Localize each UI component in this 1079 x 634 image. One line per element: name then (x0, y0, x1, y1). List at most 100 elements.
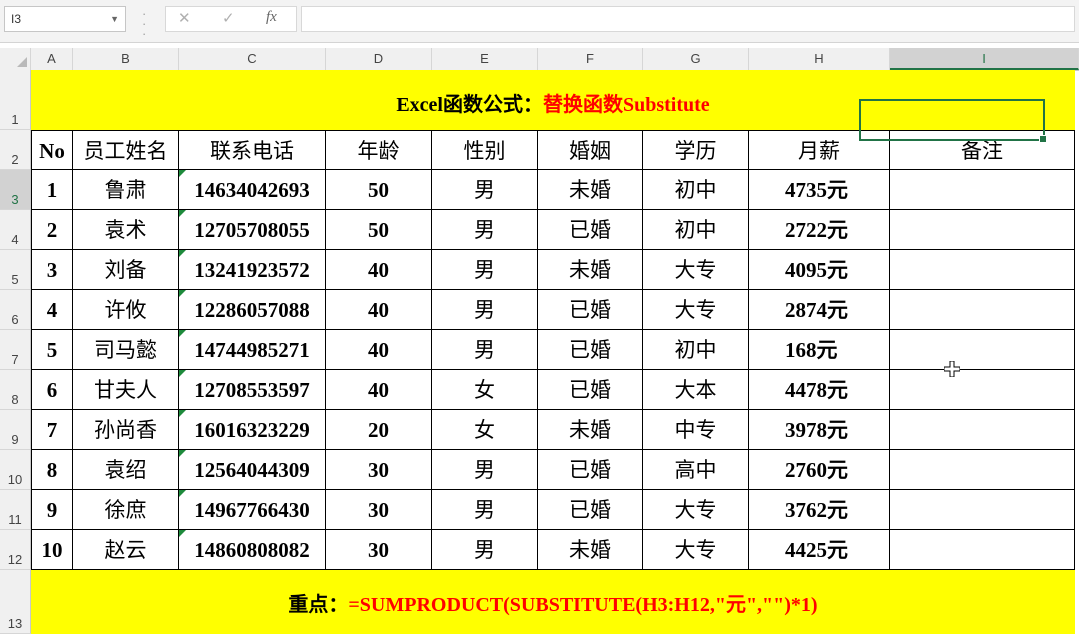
table-cell[interactable]: 2 (31, 210, 73, 250)
table-cell[interactable]: 9 (31, 490, 73, 530)
table-cell[interactable]: 男 (432, 170, 538, 210)
table-cell[interactable]: 大专 (643, 490, 749, 530)
header-cell[interactable]: 性别 (432, 130, 538, 170)
row-header-7[interactable]: 7 (0, 330, 31, 370)
table-cell[interactable]: 男 (432, 210, 538, 250)
column-header-e[interactable]: E (432, 48, 538, 70)
table-cell[interactable]: 13241923572 (179, 250, 326, 290)
table-cell[interactable]: 6 (31, 370, 73, 410)
column-header-a[interactable]: A (31, 48, 73, 70)
table-cell[interactable]: 许攸 (73, 290, 179, 330)
table-cell[interactable]: 司马懿 (73, 330, 179, 370)
column-header-h[interactable]: H (749, 48, 890, 70)
table-cell[interactable]: 男 (432, 490, 538, 530)
table-cell[interactable]: 已婚 (538, 290, 643, 330)
table-cell[interactable] (890, 530, 1075, 570)
select-all-button[interactable] (0, 48, 31, 70)
table-cell[interactable]: 14967766430 (179, 490, 326, 530)
table-cell[interactable]: 30 (326, 450, 432, 490)
row-header-8[interactable]: 8 (0, 370, 31, 410)
table-cell[interactable]: 8 (31, 450, 73, 490)
table-cell[interactable]: 男 (432, 250, 538, 290)
column-header-i[interactable]: I (890, 48, 1079, 70)
table-cell[interactable]: 未婚 (538, 170, 643, 210)
header-cell[interactable]: No (31, 130, 73, 170)
table-cell[interactable]: 大专 (643, 290, 749, 330)
table-cell[interactable] (890, 170, 1075, 210)
table-cell[interactable] (890, 330, 1075, 370)
chevron-down-icon[interactable]: ▼ (110, 7, 119, 31)
row-header-13[interactable]: 13 (0, 570, 31, 634)
table-cell[interactable]: 14860808082 (179, 530, 326, 570)
column-header-c[interactable]: C (179, 48, 326, 70)
table-cell[interactable]: 已婚 (538, 370, 643, 410)
row-header-2[interactable]: 2 (0, 130, 31, 170)
column-header-b[interactable]: B (73, 48, 179, 70)
table-cell[interactable]: 2874元 (749, 290, 890, 330)
table-cell[interactable] (890, 290, 1075, 330)
table-cell[interactable]: 大专 (643, 530, 749, 570)
table-cell[interactable]: 女 (432, 370, 538, 410)
table-cell[interactable]: 30 (326, 530, 432, 570)
table-cell[interactable]: 168元 (749, 330, 890, 370)
table-cell[interactable]: 刘备 (73, 250, 179, 290)
header-cell[interactable]: 员工姓名 (73, 130, 179, 170)
table-cell[interactable]: 高中 (643, 450, 749, 490)
table-cell[interactable] (890, 450, 1075, 490)
table-cell[interactable]: 徐庶 (73, 490, 179, 530)
table-cell[interactable] (890, 250, 1075, 290)
header-cell[interactable]: 年龄 (326, 130, 432, 170)
header-cell[interactable]: 学历 (643, 130, 749, 170)
row-header-1[interactable]: 1 (0, 70, 31, 130)
cancel-icon[interactable]: ✕ (178, 9, 191, 27)
table-cell[interactable]: 男 (432, 290, 538, 330)
row-header-5[interactable]: 5 (0, 250, 31, 290)
table-cell[interactable]: 2760元 (749, 450, 890, 490)
table-cell[interactable]: 鲁肃 (73, 170, 179, 210)
table-cell[interactable]: 未婚 (538, 410, 643, 450)
table-cell[interactable]: 40 (326, 290, 432, 330)
table-cell[interactable]: 3 (31, 250, 73, 290)
table-cell[interactable] (890, 210, 1075, 250)
table-cell[interactable]: 3978元 (749, 410, 890, 450)
column-header-g[interactable]: G (643, 48, 749, 70)
table-cell[interactable]: 5 (31, 330, 73, 370)
table-cell[interactable]: 袁绍 (73, 450, 179, 490)
row-header-11[interactable]: 11 (0, 490, 31, 530)
table-cell[interactable]: 12564044309 (179, 450, 326, 490)
table-cell[interactable]: 40 (326, 250, 432, 290)
column-header-d[interactable]: D (326, 48, 432, 70)
table-cell[interactable]: 赵云 (73, 530, 179, 570)
table-cell[interactable]: 已婚 (538, 210, 643, 250)
table-cell[interactable] (890, 490, 1075, 530)
table-cell[interactable]: 40 (326, 330, 432, 370)
table-cell[interactable]: 50 (326, 170, 432, 210)
table-cell[interactable]: 男 (432, 330, 538, 370)
table-cell[interactable]: 初中 (643, 170, 749, 210)
table-cell[interactable]: 初中 (643, 210, 749, 250)
table-cell[interactable]: 1 (31, 170, 73, 210)
table-cell[interactable]: 3762元 (749, 490, 890, 530)
row-header-3[interactable]: 3 (0, 170, 31, 210)
table-cell[interactable]: 甘夫人 (73, 370, 179, 410)
active-cell-selection[interactable] (859, 99, 1047, 143)
table-cell[interactable]: 40 (326, 370, 432, 410)
table-cell[interactable]: 男 (432, 450, 538, 490)
table-cell[interactable]: 4735元 (749, 170, 890, 210)
insert-function-icon[interactable]: fx (266, 9, 277, 26)
formula-input[interactable] (301, 6, 1075, 32)
table-cell[interactable]: 中专 (643, 410, 749, 450)
table-cell[interactable]: 20 (326, 410, 432, 450)
table-cell[interactable]: 7 (31, 410, 73, 450)
table-cell[interactable]: 大本 (643, 370, 749, 410)
table-cell[interactable]: 大专 (643, 250, 749, 290)
table-cell[interactable] (890, 370, 1075, 410)
table-cell[interactable]: 已婚 (538, 330, 643, 370)
row-header-6[interactable]: 6 (0, 290, 31, 330)
worksheet-grid[interactable]: Excel函数公式：替换函数Substitute No 员工姓名 联系电话 年龄 性别 婚… (31, 70, 1079, 634)
table-cell[interactable]: 4 (31, 290, 73, 330)
row-header-10[interactable]: 10 (0, 450, 31, 490)
table-cell[interactable]: 袁术 (73, 210, 179, 250)
table-cell[interactable]: 12705708055 (179, 210, 326, 250)
table-cell[interactable]: 12286057088 (179, 290, 326, 330)
